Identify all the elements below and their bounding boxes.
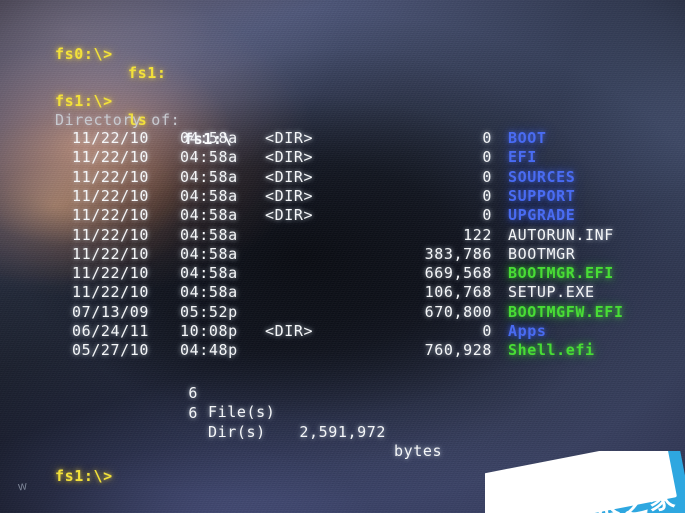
entry-date: 11/22/10 — [72, 264, 150, 283]
entry-size: 383,786 — [424, 244, 492, 263]
entry-size: 0 — [482, 148, 492, 167]
entry-name[interactable]: AUTORUN.INF — [508, 226, 614, 245]
entry-name[interactable]: Shell.efi — [508, 341, 595, 360]
files-label: File(s) — [208, 403, 276, 422]
entry-date: 11/22/10 — [72, 186, 150, 205]
shell-prompt-fs0: fs0:\> — [55, 45, 113, 64]
entry-time: 04:58a — [180, 225, 238, 244]
entry-name[interactable]: UPGRADE — [508, 206, 575, 225]
dirs-label: Dir(s) — [208, 423, 266, 442]
entry-dir-marker: <DIR> — [265, 186, 314, 205]
entry-time: 04:58a — [180, 206, 238, 225]
entry-name[interactable]: SOURCES — [508, 168, 575, 187]
entry-date: 11/22/10 — [72, 129, 150, 147]
entry-size: 0 — [482, 186, 492, 205]
entry-size: 670,800 — [424, 302, 492, 321]
directory-of-label: Directory of: — [55, 111, 181, 130]
entry-name[interactable]: EFI — [508, 148, 537, 167]
entry-date: 11/22/10 — [72, 167, 150, 186]
shell-prompt-fs1: fs1:\> — [55, 92, 113, 111]
entry-size: 122 — [463, 225, 492, 244]
entry-name[interactable]: BOOTMGR.EFI — [508, 264, 614, 283]
uefi-shell-screen: fs0:\> fs1: fs1:\> ls Directory of: fs1:… — [0, 0, 685, 513]
entry-date: 11/22/10 — [72, 283, 150, 302]
entry-date: 11/22/10 — [72, 244, 150, 263]
entry-name[interactable]: Apps — [508, 322, 547, 341]
final-prompt-line[interactable]: fs1:\> — [0, 448, 112, 506]
entry-name[interactable]: SETUP.EXE — [508, 283, 595, 302]
directory-header: Directory of: fs1:\ — [0, 92, 232, 169]
entry-name[interactable]: BOOTMGR — [508, 245, 575, 264]
entry-date: 11/22/10 — [72, 225, 150, 244]
entry-size: 0 — [482, 322, 492, 340]
entry-dir-marker: <DIR> — [265, 167, 314, 186]
entry-size: 0 — [482, 129, 492, 147]
bytes-unit: bytes — [394, 441, 443, 460]
entry-time: 04:58a — [180, 264, 238, 283]
entry-size: 106,768 — [424, 283, 492, 302]
entry-time: 10:08p — [180, 322, 238, 340]
entry-dir-marker: <DIR> — [265, 206, 314, 225]
entry-time: 04:58a — [180, 244, 238, 263]
entry-name[interactable]: BOOTMGFW.EFI — [508, 303, 624, 322]
entry-date: 05/27/10 — [72, 341, 150, 360]
shell-prompt-final[interactable]: fs1:\> — [55, 467, 113, 486]
entry-size: 760,928 — [424, 341, 492, 360]
entry-time: 05:52p — [180, 302, 238, 321]
entry-size: 0 — [482, 167, 492, 186]
command-text-fs1: fs1: — [128, 64, 167, 83]
entry-date: 06/24/11 — [72, 322, 150, 340]
entry-date: 07/13/09 — [72, 302, 150, 321]
entry-name[interactable]: SUPPORT — [508, 187, 575, 206]
entry-date: 11/22/10 — [72, 148, 150, 167]
entry-time: 04:58a — [180, 186, 238, 205]
watermark-www-ghost: w — [17, 478, 28, 494]
entry-date: 11/22/10 — [72, 206, 150, 225]
bytes-value: 2,591,972 — [299, 422, 386, 441]
entry-time: 04:58a — [180, 148, 238, 167]
entry-time: 04:58a — [180, 167, 238, 186]
dirs-count: 6 — [188, 404, 198, 423]
entry-name[interactable]: BOOT — [508, 129, 547, 148]
entry-size: 0 — [482, 206, 492, 225]
entry-dir-marker: <DIR> — [265, 129, 314, 147]
terminal-output: fs0:\> fs1: fs1:\> ls Directory of: fs1:… — [0, 0, 685, 513]
entry-size: 669,568 — [424, 264, 492, 283]
entry-time: 04:58a — [180, 283, 238, 302]
entry-time: 04:58a — [180, 129, 238, 147]
entry-dir-marker: <DIR> — [265, 148, 314, 167]
entry-time: 04:48p — [180, 341, 238, 360]
entry-dir-marker: <DIR> — [265, 322, 314, 340]
files-count: 6 — [188, 384, 198, 403]
